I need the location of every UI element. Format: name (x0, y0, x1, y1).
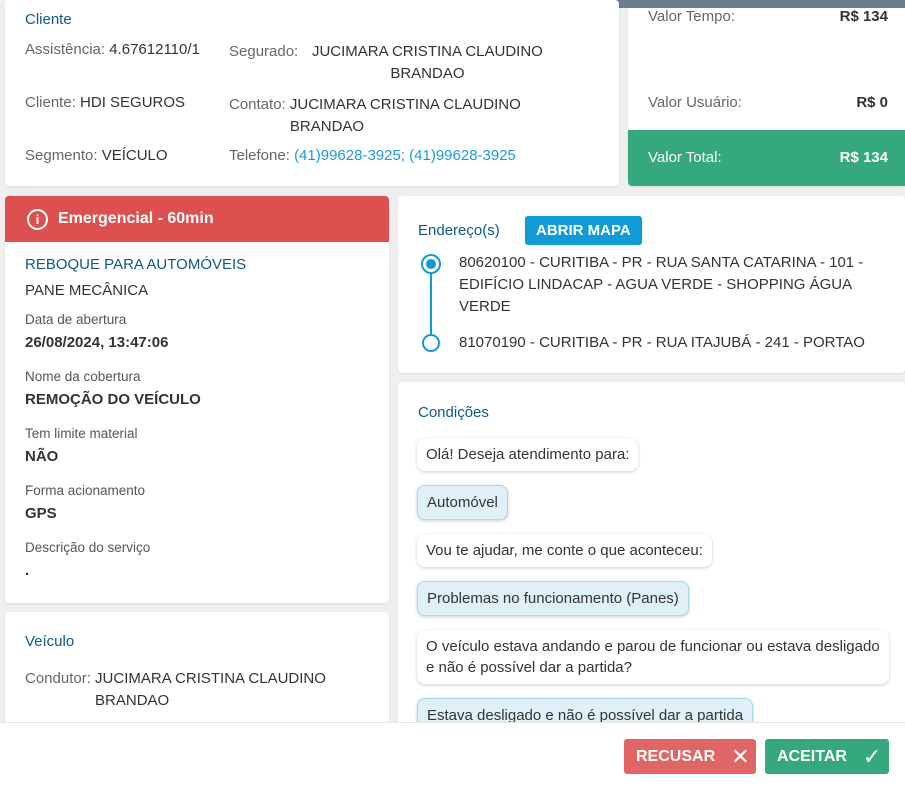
conditions-title: Condições (418, 404, 489, 421)
address-title: Endereço(s) (418, 222, 500, 239)
priority-banner: i Emergencial - 60min (5, 196, 389, 242)
valor-total: R$ 134 (839, 149, 888, 166)
field-value: GPS (25, 505, 57, 522)
field-value: 26/08/2024, 13:47:06 (25, 334, 169, 351)
chat-question: Olá! Deseja atendimento para: (417, 438, 639, 471)
vehicle-title: Veículo (25, 633, 75, 650)
field-label: Nome da cobertura (25, 369, 141, 384)
address-origin: 80620100 - CURITIBA - PR - RUA SANTA CAT… (459, 254, 864, 315)
recusar-button[interactable]: RECUSAR ✕ (624, 739, 756, 774)
telefone-link[interactable]: (41)99628-3925; (41)99628-3925 (294, 147, 516, 164)
priority-label: Emergencial - 60min (58, 210, 214, 227)
condutor: Condutor: JUCIMARA CRISTINA CLAUDINO BRA… (25, 670, 326, 709)
segmento: Segmento: VEÍCULO (25, 147, 168, 164)
field-value: NÃO (25, 448, 59, 465)
telefone: Telefone: (41)99628-3925; (41)99628-3925 (229, 147, 516, 164)
open-map-button[interactable]: ABRIR MAPA (525, 216, 642, 245)
valor-usuario: R$ 0 (856, 94, 888, 111)
aceitar-button[interactable]: ACEITAR ✓ (765, 739, 889, 774)
service-type: REBOQUE PARA AUTOMÓVEIS (25, 256, 247, 273)
valor-usuario-label: Valor Usuário: (648, 94, 742, 111)
close-icon: ✕ (731, 743, 750, 769)
address-destination: 81070190 - CURITIBA - PR - RUA ITAJUBÁ -… (459, 334, 865, 351)
footer: RECUSAR ✕ ACEITAR ✓ (0, 722, 905, 785)
assistencia: Assistência: 4.67612110/1 (25, 41, 200, 58)
origin-marker-icon (421, 254, 441, 274)
cliente: Cliente: HDI SEGUROS (25, 94, 186, 111)
chat-question: Vou te ajudar, me conte o que aconteceu: (417, 534, 712, 567)
field-value: REMOÇÃO DO VEÍCULO (25, 391, 201, 408)
route-line (430, 264, 432, 342)
service-problem: PANE MECÂNICA (25, 282, 149, 299)
valor-tempo: R$ 134 (839, 8, 888, 25)
field-value: . (25, 562, 30, 579)
address-card: Endereço(s) ABRIR MAPA 80620100 - CURITI… (398, 196, 905, 373)
check-icon: ✓ (862, 743, 882, 769)
client-card: Cliente Assistência: 4.67612110/1 Client… (5, 0, 619, 186)
valor-total-label: Valor Total: (648, 149, 722, 166)
field-label: Tem limite material (25, 426, 138, 441)
field-label: Data de abertura (25, 312, 127, 327)
valor-total-row: Valor Total: R$ 134 (628, 130, 905, 186)
chat-question: O veículo estava andando e parou de func… (417, 630, 889, 684)
info-icon: i (27, 208, 48, 230)
contato: Contato: JUCIMARA CRISTINA CLAUDINO BRAN… (229, 96, 521, 135)
client-title: Cliente (25, 11, 72, 28)
destination-marker-icon (422, 334, 440, 352)
field-label: Forma acionamento (25, 483, 146, 498)
chat-answer: Automóvel (417, 485, 508, 520)
conditions-card: Condições Olá! Deseja atendimento para: A… (398, 382, 905, 742)
valor-tempo-label: Valor Tempo: (648, 8, 735, 25)
segurado: Segurado: JUCIMARA CRISTINA CLAUDINO BRA… (229, 43, 543, 82)
field-label: Descrição do serviço (25, 540, 151, 555)
chat-answer: Problemas no funcionamento (Panes) (417, 581, 689, 616)
service-card: i Emergencial - 60min REBOQUE PARA AUTOM… (5, 196, 389, 603)
values-card: Valor Tempo: R$ 134 Valor Usuário: R$ 0 … (628, 8, 905, 186)
